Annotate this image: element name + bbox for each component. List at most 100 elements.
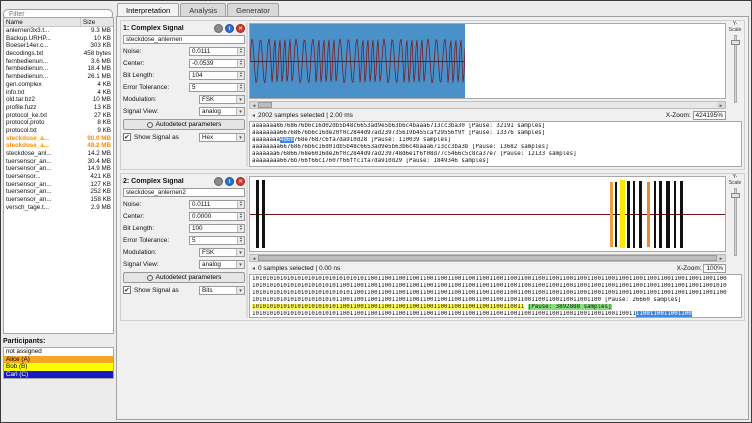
file-row[interactable]: protocol.proto 8 KB: [4, 119, 113, 127]
show-as-combo[interactable]: Hex ▾: [199, 132, 245, 142]
yscale-slider-thumb[interactable]: [731, 40, 740, 45]
scroll-right-icon[interactable]: ►: [717, 255, 725, 261]
file-row[interactable]: info.txt 4 KB: [4, 89, 113, 97]
signal-1-title: 1: Complex Signal: [123, 24, 184, 32]
file-row[interactable]: tuersensor_an... 252 KB: [4, 188, 113, 196]
signal-1-scrollbar[interactable]: ◄ ►: [249, 101, 726, 109]
spin-buttons-icon[interactable]: ▲ ▼: [237, 200, 244, 208]
close-icon[interactable]: ✕: [236, 176, 245, 186]
close-icon[interactable]: ✕: [236, 23, 245, 33]
tab-interpretation[interactable]: Interpretation: [117, 3, 180, 16]
center-label: Center:: [123, 212, 145, 220]
noise-label: Noise:: [123, 200, 142, 208]
participant-row[interactable]: Carl (C): [4, 370, 113, 379]
yscale-slider[interactable]: [731, 35, 740, 103]
show-signal-label: Show Signal as: [134, 286, 179, 294]
file-row[interactable]: decodings.txt 458 bytes: [4, 50, 113, 58]
noise-spinbox[interactable]: 0.0111 ▲ ▼: [189, 46, 245, 56]
tab-generator[interactable]: Generator: [227, 3, 279, 16]
column-header-size[interactable]: Size: [81, 18, 113, 26]
file-row[interactable]: fernbedienun... 18.4 MB: [4, 65, 113, 73]
signal-1-filename[interactable]: steckdose_anlernen: [123, 35, 245, 44]
participant-row[interactable]: Alice (A): [4, 355, 113, 364]
file-row[interactable]: tuersensor_an... 158 KB: [4, 196, 113, 204]
signal-2-scrollbar[interactable]: ◄ ►: [249, 254, 726, 262]
bit-length-spinbox[interactable]: 104 ▲ ▼: [189, 70, 245, 80]
options-icon[interactable]: [214, 176, 223, 186]
noise-value: 0.0111: [192, 47, 211, 55]
error-tolerance-spinbox[interactable]: 5 ▲ ▼: [189, 82, 245, 92]
center-spinbox[interactable]: -0.0539 ▲ ▼: [189, 58, 245, 68]
info-icon[interactable]: i: [225, 176, 234, 186]
xzoom-value[interactable]: 100%: [703, 264, 726, 273]
spin-buttons-icon[interactable]: ▲ ▼: [237, 224, 244, 232]
file-row[interactable]: tuersensor... 421 KB: [4, 173, 113, 181]
options-icon[interactable]: [214, 23, 223, 33]
file-row[interactable]: tuersensor_an... 127 KB: [4, 181, 113, 189]
bit-length-value: 100: [192, 224, 203, 232]
file-row[interactable]: gen.complex 4 KB: [4, 81, 113, 89]
spin-buttons-icon[interactable]: ▲ ▼: [237, 83, 244, 91]
yscale-slider[interactable]: [731, 188, 740, 256]
signal-2-plot[interactable]: [249, 176, 726, 252]
spin-buttons-icon[interactable]: ▲ ▼: [237, 71, 244, 79]
file-row[interactable]: protocol.txt 9 KB: [4, 127, 113, 135]
file-row[interactable]: versch_tage.t... 2.9 MB: [4, 204, 113, 212]
scroll-right-icon[interactable]: ►: [717, 102, 725, 108]
file-row[interactable]: Boeser14er.c... 303 KB: [4, 42, 113, 50]
file-row[interactable]: tuersensor_an... 14.9 MB: [4, 165, 113, 173]
file-sidebar: Name Size anlernen3x3.t...9.3 MBBackup.U…: [3, 3, 115, 420]
splitter-handle[interactable]: [246, 176, 248, 318]
spin-buttons-icon[interactable]: ▲ ▼: [237, 47, 244, 55]
file-row[interactable]: steckdose_anl... 14.2 MB: [4, 150, 113, 158]
file-row[interactable]: steckdose_a... 90.0 MB: [4, 135, 113, 143]
spin-buttons-icon[interactable]: ▲ ▼: [237, 212, 244, 220]
file-row[interactable]: profile.fuzz 13 KB: [4, 104, 113, 112]
column-header-name[interactable]: Name: [4, 18, 81, 26]
signal-2-filename[interactable]: steckdose_anlernen2: [123, 188, 245, 197]
splitter-handle[interactable]: [246, 23, 248, 167]
show-signal-checkbox[interactable]: ✔: [123, 286, 131, 294]
spin-buttons-icon[interactable]: ▲ ▼: [237, 236, 244, 244]
xzoom-value[interactable]: 424195%: [692, 111, 726, 120]
participant-row[interactable]: Bob (B): [4, 363, 113, 371]
modulation-combo[interactable]: FSK ▾: [199, 94, 245, 104]
scroll-left-icon[interactable]: ◄: [250, 102, 258, 108]
file-row[interactable]: anlernen3x3.t... 9.3 MB: [4, 27, 113, 35]
collapse-icon[interactable]: ◂: [249, 112, 258, 119]
file-row[interactable]: fernbedienun... 26.1 MB: [4, 73, 113, 81]
tab-bar: Interpretation Analysis Generator: [116, 3, 749, 16]
scroll-left-icon[interactable]: ◄: [250, 255, 258, 261]
signal-1-data[interactable]: aaaaaaa86768676b6c16d02db5b48c6653ad9e5b…: [249, 121, 742, 167]
file-row[interactable]: tuersensor_an... 30.4 MB: [4, 158, 113, 166]
bit-length-spinbox[interactable]: 100 ▲ ▼: [189, 223, 245, 233]
participant-row[interactable]: not assigned: [4, 348, 113, 356]
file-browser-panel: Name Size anlernen3x3.t... 9.3 MB Backup.U…: [3, 17, 114, 334]
info-icon[interactable]: i: [225, 23, 234, 33]
file-row[interactable]: Backup.URHP... 10 KB: [4, 35, 113, 43]
file-row[interactable]: protocol_ke.txt 27 KB: [4, 112, 113, 120]
tab-analysis[interactable]: Analysis: [180, 3, 227, 16]
collapse-icon[interactable]: ◂: [249, 265, 258, 272]
autodetect-button[interactable]: Autodetect parameters: [123, 119, 245, 130]
signal-view-combo[interactable]: analog ▾: [199, 259, 245, 269]
file-row[interactable]: steckdose_a... 48.2 MB: [4, 142, 113, 150]
signal-pulse: [680, 181, 683, 248]
spin-buttons-icon[interactable]: ▲ ▼: [237, 59, 244, 67]
signal-1-plot[interactable]: [249, 23, 726, 99]
show-signal-checkbox[interactable]: ✔: [123, 133, 131, 141]
scrollbar-thumb[interactable]: [258, 102, 272, 108]
file-row[interactable]: fernbedienun... 3.6 MB: [4, 58, 113, 66]
signal-view-combo[interactable]: analog ▾: [199, 106, 245, 116]
noise-spinbox[interactable]: 0.0111 ▲ ▼: [189, 199, 245, 209]
show-as-combo[interactable]: Bits ▾: [199, 285, 245, 295]
center-spinbox[interactable]: 0.0000 ▲ ▼: [189, 211, 245, 221]
error-tolerance-spinbox[interactable]: 5 ▲ ▼: [189, 235, 245, 245]
signal-2-data[interactable]: 1010101010101010101010101010101011001100…: [249, 274, 742, 318]
interpretation-tab-content: 1: Complex Signal i ✕ steckdose_anlernen…: [116, 16, 749, 420]
scrollbar-thumb[interactable]: [258, 255, 717, 261]
autodetect-button[interactable]: Autodetect parameters: [123, 272, 245, 283]
file-row[interactable]: old.tar.bz2 10 MB: [4, 96, 113, 104]
modulation-combo[interactable]: FSK ▾: [199, 247, 245, 257]
yscale-slider-thumb[interactable]: [731, 193, 740, 198]
